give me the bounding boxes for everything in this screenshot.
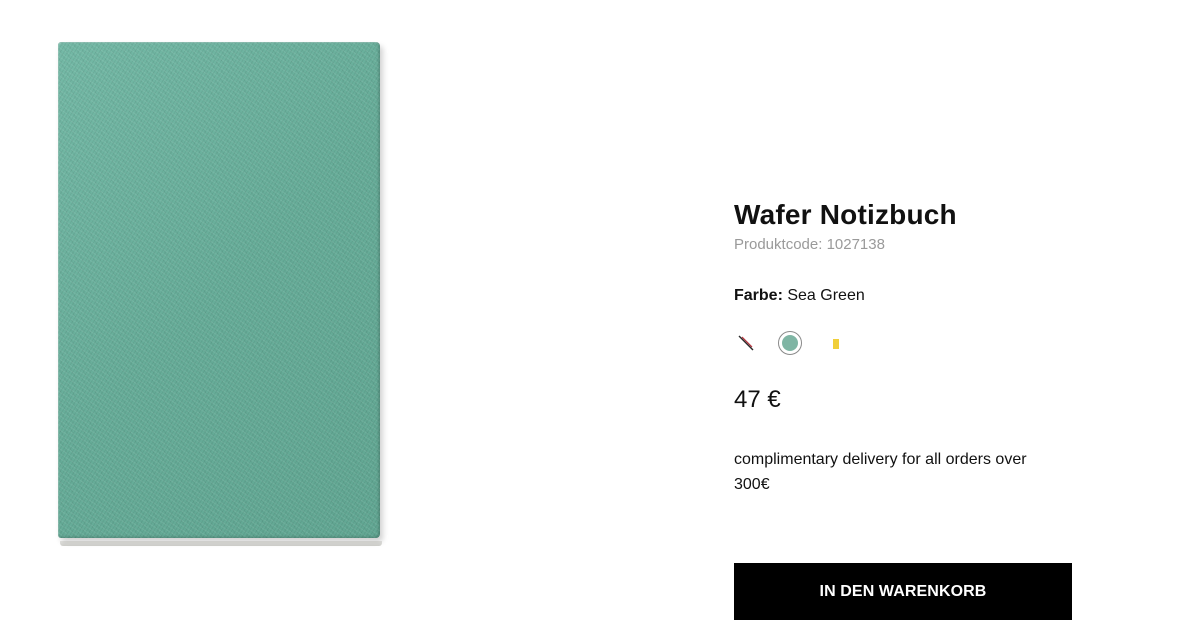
product-info: Wafer Notizbuch Produktcode: 1027138 Far… [734, 198, 1074, 497]
product-code-value: 1027138 [826, 236, 885, 253]
product-code: Produktcode: 1027138 [734, 236, 1074, 254]
color-label: Farbe: [734, 287, 783, 304]
color-value: Sea Green [787, 287, 865, 304]
add-to-cart-button[interactable]: IN DEN WARENKORB [734, 563, 1072, 620]
color-selection-text: Farbe: Sea Green [734, 286, 1074, 306]
sea-green-dot [782, 335, 798, 351]
color-swatch-yellow[interactable] [822, 331, 846, 355]
yellow-chip [833, 339, 839, 349]
product-image [58, 42, 384, 546]
color-swatches [734, 330, 1074, 356]
product-price: 47 € [734, 386, 781, 413]
notebook-cover [58, 42, 380, 538]
color-swatch-sea-green[interactable] [778, 331, 802, 355]
color-swatch-unavailable[interactable] [734, 331, 758, 355]
slash-icon [738, 335, 754, 351]
notebook-page-edge [60, 541, 382, 546]
product-title: Wafer Notizbuch [734, 199, 957, 230]
delivery-note: complimentary delivery for all orders ov… [734, 451, 1027, 493]
product-code-label: Produktcode: [734, 236, 823, 253]
